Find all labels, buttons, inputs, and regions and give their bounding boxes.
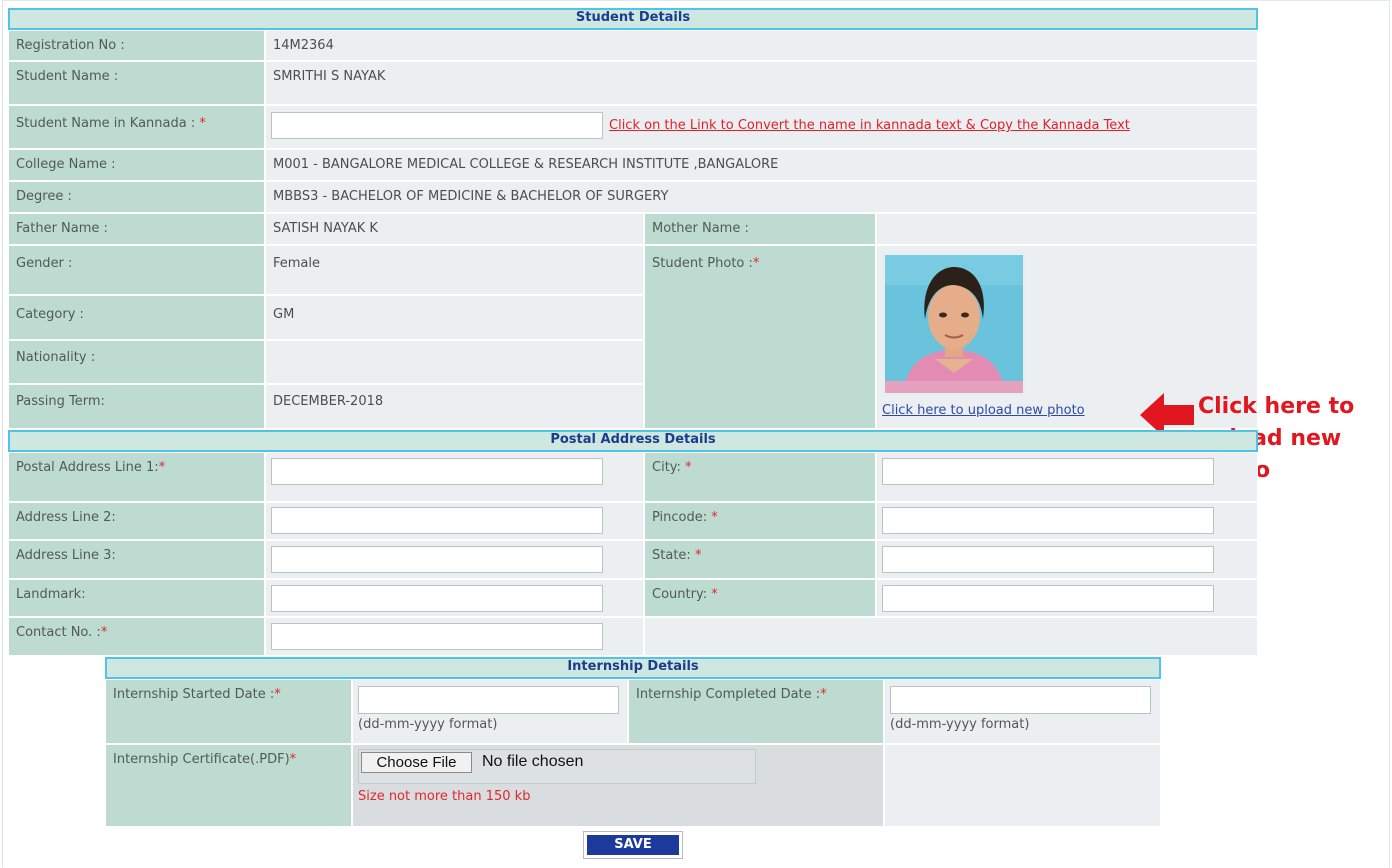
city-input[interactable] (882, 458, 1214, 485)
required-mark: * (820, 687, 827, 702)
student-details-header: Student Details (8, 8, 1258, 30)
certificate-label: Internship Certificate(.PDF) (113, 752, 290, 767)
required-mark: * (289, 752, 297, 767)
pincode-input[interactable] (882, 507, 1214, 534)
mother-name-value (876, 213, 1258, 245)
city-label: City: (652, 460, 686, 475)
mother-name-label: Mother Name : (644, 213, 876, 245)
registration-value: 14M2364 (265, 30, 1258, 61)
state-input[interactable] (882, 546, 1214, 573)
address-line3-label: Address Line 3: (8, 540, 265, 579)
country-input[interactable] (882, 585, 1214, 612)
annotation-line-1: Click here to (1198, 394, 1355, 419)
required-mark: * (694, 548, 702, 563)
no-file-chosen-text: No file chosen (482, 753, 584, 770)
required-mark: * (158, 460, 166, 475)
postal-line1-label: Postal Address Line 1: (16, 460, 159, 475)
choose-file-button[interactable]: Choose File (361, 752, 472, 773)
required-mark: * (711, 587, 718, 602)
nationality-label: Nationality : (8, 340, 265, 384)
state-label: State: (652, 548, 695, 563)
internship-completed-label: Internship Completed Date : (636, 687, 821, 702)
internship-started-input[interactable] (358, 686, 619, 714)
internship-completed-input[interactable] (890, 686, 1151, 714)
gender-value: Female (265, 245, 644, 295)
address-line3-input[interactable] (271, 546, 603, 573)
landmark-input[interactable] (271, 585, 603, 612)
nationality-value (265, 340, 644, 384)
landmark-label: Landmark: (8, 579, 265, 617)
country-label: Country: (652, 587, 712, 602)
address-line2-label: Address Line 2: (8, 502, 265, 540)
category-value: GM (265, 295, 644, 340)
certificate-label-cell: Internship Certificate(.PDF)* (105, 744, 352, 827)
gender-label: Gender : (8, 245, 265, 295)
required-mark: * (685, 460, 692, 475)
internship-header: Internship Details (105, 657, 1161, 679)
convert-kannada-link[interactable]: Click on the Link to Convert the name in… (609, 118, 1130, 133)
father-name-label: Father Name : (8, 213, 265, 245)
internship-completed-label-cell: Internship Completed Date :* (628, 679, 884, 744)
country-label-cell: Country: * (644, 579, 876, 617)
required-mark: * (100, 625, 108, 640)
student-photo (882, 252, 1026, 396)
registration-label: Registration No : (8, 30, 265, 61)
passing-term-label: Passing Term: (8, 384, 265, 429)
required-mark: * (711, 510, 718, 525)
pincode-label: Pincode: (652, 510, 712, 525)
internship-started-label: Internship Started Date : (113, 687, 275, 702)
completed-date-format-hint: (dd-mm-yyyy format) (890, 717, 1030, 732)
certificate-empty-cell (884, 744, 1161, 827)
postal-line1-label-cell: Postal Address Line 1:* (8, 452, 265, 502)
passing-term-value: DECEMBER-2018 (265, 384, 644, 429)
started-date-format-hint: (dd-mm-yyyy format) (358, 717, 498, 732)
degree-value: MBBS3 - BACHELOR OF MEDICINE & BACHELOR … (265, 181, 1258, 213)
address-line2-input[interactable] (271, 507, 603, 534)
state-label-cell: State: * (644, 540, 876, 579)
category-label: Category : (8, 295, 265, 340)
save-button[interactable]: SAVE (583, 831, 683, 859)
city-label-cell: City: * (644, 452, 876, 502)
degree-label: Degree : (8, 181, 265, 213)
student-photo-label: Student Photo : (652, 256, 753, 271)
kannada-name-input[interactable] (271, 112, 603, 139)
postal-address-header: Postal Address Details (8, 430, 1258, 452)
father-name-value: SATISH NAYAK K (265, 213, 644, 245)
contact-label: Contact No. : (16, 625, 101, 640)
college-name-label: College Name : (8, 149, 265, 181)
kannada-name-label: Student Name in Kannada : (16, 116, 196, 131)
size-limit-note: Size not more than 150 kb (358, 789, 531, 804)
student-name-value: SMRITHI S NAYAK (265, 61, 1258, 105)
empty-cell (644, 617, 1258, 656)
student-name-label: Student Name : (8, 61, 265, 105)
student-photo-label-cell: Student Photo :* (644, 245, 876, 429)
postal-line1-input[interactable] (271, 458, 603, 485)
college-name-value: M001 - BANGALORE MEDICAL COLLEGE & RESEA… (265, 149, 1258, 181)
contact-label-cell: Contact No. :* (8, 617, 265, 656)
pincode-label-cell: Pincode: * (644, 502, 876, 540)
kannada-name-label-cell: Student Name in Kannada : * (8, 105, 265, 149)
contact-input[interactable] (271, 623, 603, 650)
internship-started-label-cell: Internship Started Date :* (105, 679, 352, 744)
required-mark: * (199, 116, 206, 131)
required-mark: * (752, 256, 760, 271)
required-mark: * (274, 687, 281, 702)
upload-photo-link[interactable]: Click here to upload new photo (882, 403, 1085, 418)
